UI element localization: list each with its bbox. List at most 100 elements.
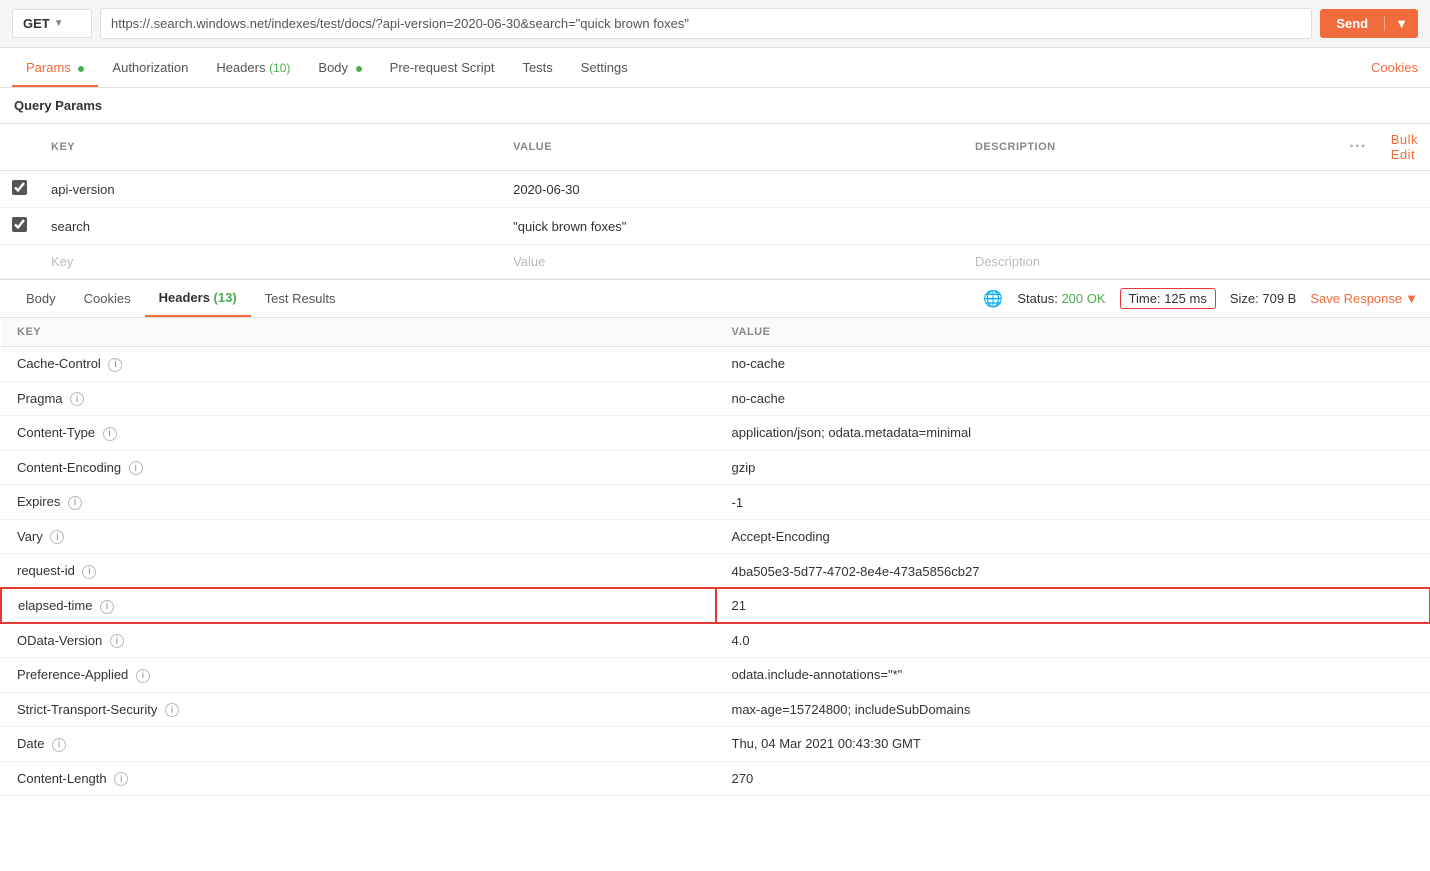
info-icon-12[interactable]: i <box>114 772 128 786</box>
send-label: Send <box>1320 16 1384 31</box>
header-key-5: Vary i <box>1 519 716 554</box>
header-key-9: Preference-Applied i <box>1 658 716 693</box>
info-icon-4[interactable]: i <box>68 496 82 510</box>
row1-key: api-version <box>39 171 501 208</box>
header-key-11: Date i <box>1 727 716 762</box>
row1-checkbox[interactable] <box>12 180 27 195</box>
time-value: 125 ms <box>1164 291 1207 306</box>
status-label: Status: 200 OK <box>1017 291 1105 306</box>
params-col-desc: DESCRIPTION <box>963 124 1337 171</box>
header-row: Pragma i no-cache <box>1 381 1430 416</box>
tab-settings[interactable]: Settings <box>567 48 642 87</box>
header-row: request-id i 4ba505e3-5d77-4702-8e4e-473… <box>1 554 1430 589</box>
header-row: Expires i -1 <box>1 485 1430 520</box>
header-row: Content-Length i 270 <box>1 761 1430 796</box>
resp-tab-headers[interactable]: Headers (13) <box>145 280 251 317</box>
info-icon-10[interactable]: i <box>165 703 179 717</box>
more-icon[interactable]: ··· <box>1349 138 1366 155</box>
url-input[interactable] <box>100 8 1312 39</box>
row2-extra <box>1379 208 1430 245</box>
tab-pre-request[interactable]: Pre-request Script <box>376 48 509 87</box>
row1-extra <box>1379 171 1430 208</box>
tab-body[interactable]: Body <box>304 48 375 87</box>
header-row: elapsed-time i 21 <box>1 588 1430 623</box>
header-key-1: Pragma i <box>1 381 716 416</box>
resp-tab-cookies[interactable]: Cookies <box>70 281 145 316</box>
row2-key: search <box>39 208 501 245</box>
placeholder-value: Value <box>501 245 963 279</box>
resp-headers-col-val: VALUE <box>716 318 1430 347</box>
info-icon-2[interactable]: i <box>103 427 117 441</box>
tab-authorization[interactable]: Authorization <box>98 48 202 87</box>
table-row: api-version 2020-06-30 <box>0 171 1430 208</box>
resp-tab-body[interactable]: Body <box>12 281 70 316</box>
info-icon-1[interactable]: i <box>70 392 84 406</box>
response-tabs: Body Cookies Headers (13) Test Results 🌐… <box>0 280 1430 318</box>
tab-tests[interactable]: Tests <box>508 48 566 87</box>
body-dot <box>356 66 362 72</box>
row2-more <box>1337 208 1379 245</box>
placeholder-more <box>1337 245 1379 279</box>
header-val-1: no-cache <box>716 381 1430 416</box>
method-chevron-icon: ▼ <box>54 18 64 29</box>
header-val-6: 4ba505e3-5d77-4702-8e4e-473a5856cb27 <box>716 554 1430 589</box>
params-col-more: ··· <box>1337 124 1379 171</box>
header-key-0: Cache-Control i <box>1 347 716 382</box>
row2-checkbox[interactable] <box>12 217 27 232</box>
info-icon-7[interactable]: i <box>100 600 114 614</box>
header-key-10: Strict-Transport-Security i <box>1 692 716 727</box>
headers-badge: (10) <box>269 61 290 75</box>
url-bar: GET ▼ Send ▼ <box>0 0 1430 48</box>
save-response-button[interactable]: Save Response ▼ <box>1310 291 1418 306</box>
header-key-7: elapsed-time i <box>1 588 716 623</box>
placeholder-checkbox-cell <box>0 245 39 279</box>
bulk-edit-button[interactable]: Bulk Edit <box>1391 132 1418 162</box>
info-icon-9[interactable]: i <box>136 669 150 683</box>
params-col-value: VALUE <box>501 124 963 171</box>
header-key-2: Content-Type i <box>1 416 716 451</box>
row2-desc <box>963 208 1337 245</box>
response-status-bar: 🌐 Status: 200 OK Time: 125 ms Size: 709 … <box>983 288 1418 309</box>
resp-headers-col-key: KEY <box>1 318 716 347</box>
params-col-checkbox <box>0 124 39 171</box>
info-icon-8[interactable]: i <box>110 634 124 648</box>
info-icon-3[interactable]: i <box>129 461 143 475</box>
info-icon-6[interactable]: i <box>82 565 96 579</box>
tab-headers[interactable]: Headers (10) <box>202 48 304 87</box>
info-icon-5[interactable]: i <box>50 530 64 544</box>
info-icon-0[interactable]: i <box>108 358 122 372</box>
header-key-6: request-id i <box>1 554 716 589</box>
bulk-edit-cell: Bulk Edit <box>1379 124 1430 171</box>
header-val-3: gzip <box>716 450 1430 485</box>
header-val-11: Thu, 04 Mar 2021 00:43:30 GMT <box>716 727 1430 762</box>
resp-tab-test-results[interactable]: Test Results <box>251 281 350 316</box>
header-key-8: OData-Version i <box>1 623 716 658</box>
query-params-title: Query Params <box>0 88 1430 124</box>
tab-params[interactable]: Params <box>12 48 98 87</box>
header-key-3: Content-Encoding i <box>1 450 716 485</box>
method-label: GET <box>23 16 50 31</box>
size-value: 709 B <box>1262 291 1296 306</box>
header-val-7: 21 <box>716 588 1430 623</box>
params-dot <box>78 66 84 72</box>
response-headers-table: KEY VALUE Cache-Control i no-cache Pragm… <box>0 318 1430 796</box>
table-row-placeholder: Key Value Description <box>0 245 1430 279</box>
header-row: Content-Encoding i gzip <box>1 450 1430 485</box>
header-val-10: max-age=15724800; includeSubDomains <box>716 692 1430 727</box>
send-button[interactable]: Send ▼ <box>1320 9 1418 38</box>
size-label: Size: 709 B <box>1230 291 1297 306</box>
header-val-9: odata.include-annotations="*" <box>716 658 1430 693</box>
method-select[interactable]: GET ▼ <box>12 9 92 38</box>
status-value: 200 OK <box>1061 291 1105 306</box>
header-val-4: -1 <box>716 485 1430 520</box>
params-col-key: KEY <box>39 124 501 171</box>
header-row: Content-Type i application/json; odata.m… <box>1 416 1430 451</box>
header-val-12: 270 <box>716 761 1430 796</box>
row2-checkbox-cell <box>0 208 39 245</box>
info-icon-11[interactable]: i <box>52 738 66 752</box>
cookies-link[interactable]: Cookies <box>1371 60 1418 75</box>
header-row: Preference-Applied i odata.include-annot… <box>1 658 1430 693</box>
row1-more <box>1337 171 1379 208</box>
header-val-0: no-cache <box>716 347 1430 382</box>
header-row: Strict-Transport-Security i max-age=1572… <box>1 692 1430 727</box>
